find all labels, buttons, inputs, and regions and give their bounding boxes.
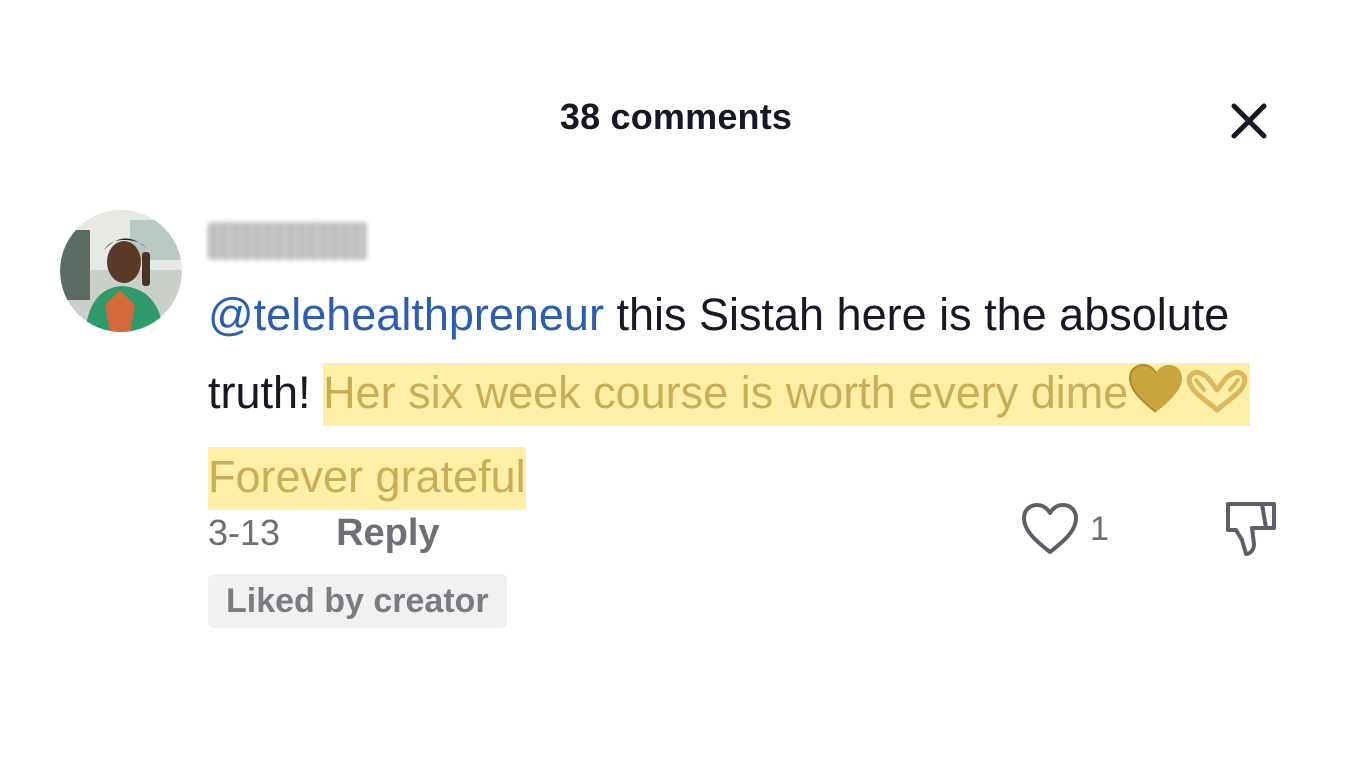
heart-hands-icon [1184, 360, 1250, 438]
highlighted-text-part2: Forever grateful [208, 451, 526, 502]
comment-meta: 3-13 Reply [208, 508, 440, 558]
highlighted-text: Her six week course is worth every dime F… [208, 360, 1251, 510]
comment-text: @telehealthpreneur this Sistah here is t… [208, 276, 1268, 516]
like-count: 1 [1090, 509, 1109, 548]
mention-link[interactable]: @telehealthpreneur [208, 289, 604, 340]
liked-by-creator-badge: Liked by creator [208, 574, 507, 628]
comment-date: 3-13 [208, 512, 281, 553]
thumbs-down-icon [1226, 502, 1276, 556]
dislike-button[interactable] [1222, 498, 1280, 565]
highlighted-text-part1: Her six week course is worth every dime [323, 367, 1129, 418]
comments-panel: 38 comments @telehealthpreneur this Sist… [0, 0, 1366, 768]
username-redacted[interactable] [208, 222, 368, 260]
like-button[interactable]: 1 [1020, 502, 1109, 556]
comments-count-title: 38 comments [559, 96, 793, 137]
heart-outline-icon [1022, 503, 1078, 554]
avatar-photo [60, 210, 182, 332]
reply-button[interactable]: Reply [336, 512, 439, 555]
gold-heart-icon [1128, 360, 1184, 438]
close-icon [1231, 103, 1267, 139]
close-button[interactable] [1226, 98, 1272, 144]
avatar[interactable] [60, 210, 182, 332]
